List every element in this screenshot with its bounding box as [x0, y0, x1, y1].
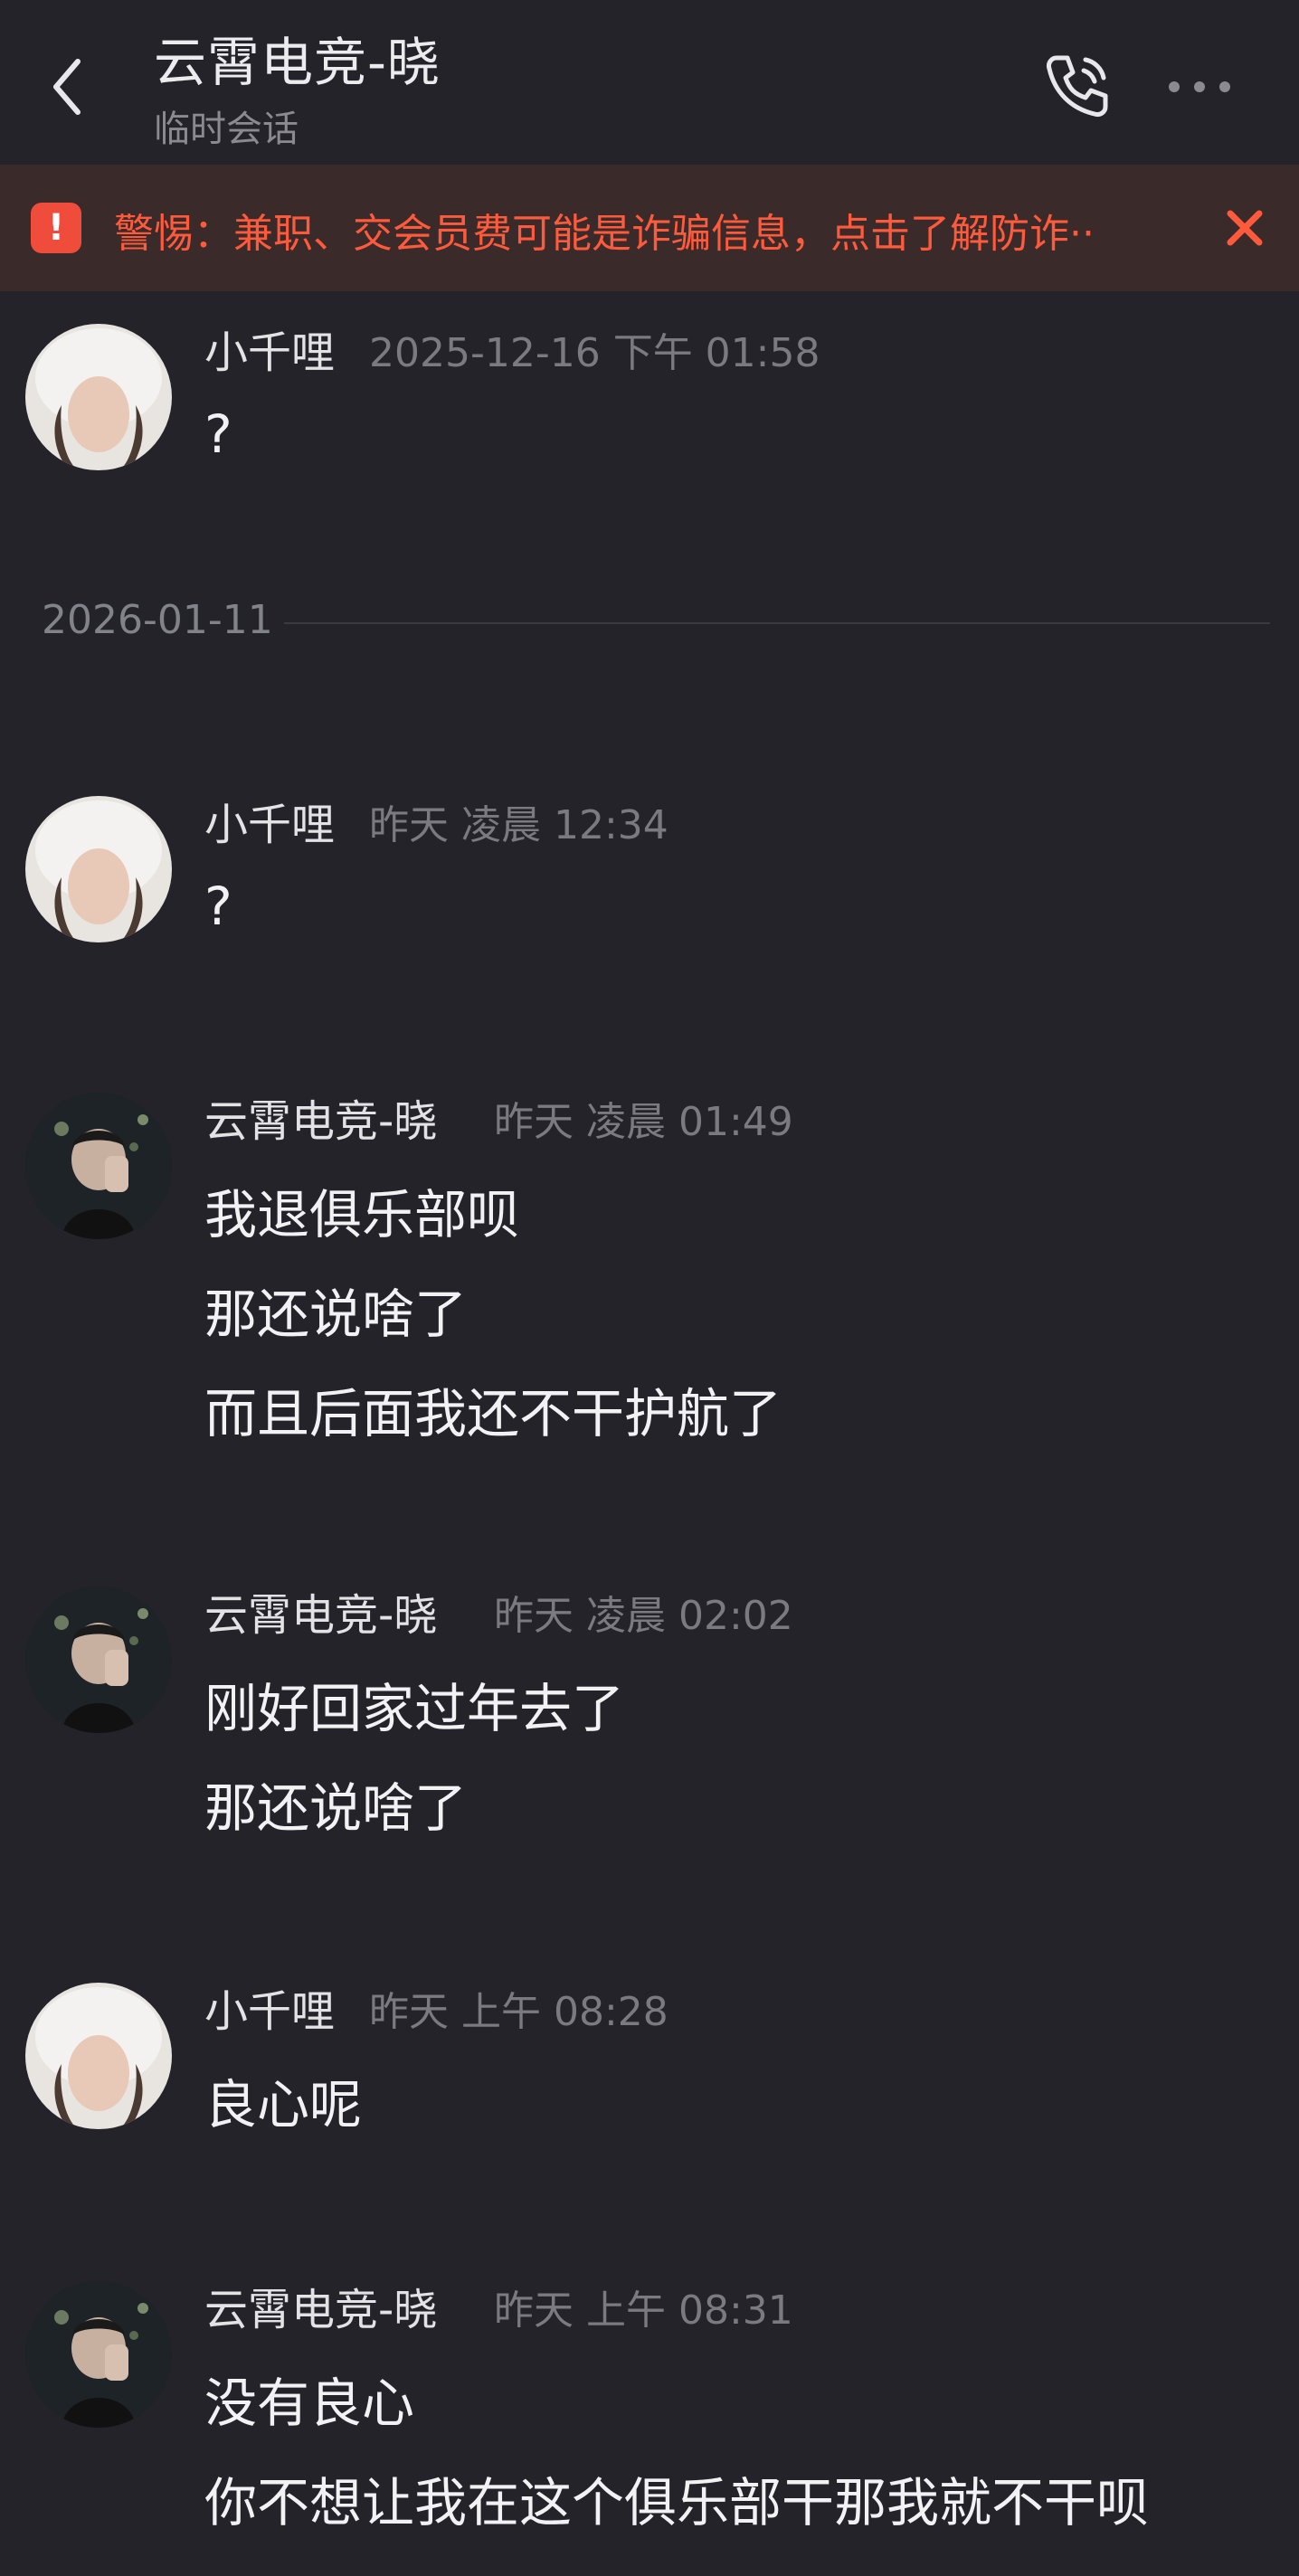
- more-dots-icon: [1169, 81, 1230, 92]
- chat-screen: 云霄电竞-晓 临时会话 ! 警惕：兼职、交会员费可能是诈骗信息，点击了解防诈··: [0, 0, 1299, 2576]
- close-icon: [1227, 210, 1263, 246]
- message-line: ?: [204, 403, 232, 465]
- sender-name[interactable]: 云霄电竞-晓: [204, 1085, 437, 1149]
- avatar[interactable]: [25, 1093, 172, 1239]
- avatar[interactable]: [25, 2281, 172, 2428]
- avatar[interactable]: [25, 324, 172, 470]
- message-time: 昨天 上午 08:31: [494, 2287, 793, 2334]
- date-separator-line: [284, 622, 1270, 624]
- message-line: 那还说啥了: [204, 1283, 468, 1345]
- message-line: 没有良心: [204, 2372, 415, 2434]
- message-line: 你不想让我在这个俱乐部干那我就不干呗: [204, 2472, 1150, 2533]
- sender-name[interactable]: 云霄电竞-晓: [204, 2274, 437, 2337]
- chat-subtitle: 临时会话: [154, 109, 299, 150]
- message-line: 而且后面我还不干护航了: [204, 1383, 782, 1444]
- avatar[interactable]: [25, 796, 172, 942]
- message-line: 良心呢: [204, 2074, 363, 2136]
- message-time: 昨天 凌晨 01:49: [494, 1099, 793, 1145]
- message-line: ?: [204, 876, 232, 937]
- message-time: 昨天 上午 08:28: [369, 1989, 668, 2035]
- call-button[interactable]: [1038, 47, 1116, 125]
- phone-icon: [1047, 55, 1108, 117]
- avatar[interactable]: [25, 1983, 172, 2129]
- sender-name[interactable]: 小千哩: [204, 789, 335, 852]
- message-line: 刚好回家过年去了: [204, 1678, 625, 1739]
- chevron-left-icon: [53, 59, 81, 115]
- message-time: 2025-12-16 下午 01:58: [369, 330, 820, 376]
- chat-title: 云霄电竞-晓: [154, 32, 441, 93]
- message-line: 那还说啥了: [204, 1777, 468, 1839]
- message-time: 昨天 凌晨 02:02: [494, 1593, 793, 1639]
- date-separator: 2026-01-11: [42, 597, 273, 643]
- sender-name[interactable]: 云霄电竞-晓: [204, 1579, 437, 1643]
- alert-icon: !: [31, 203, 81, 253]
- message-time: 昨天 凌晨 12:34: [369, 802, 668, 848]
- more-button[interactable]: [1167, 72, 1232, 101]
- avatar[interactable]: [25, 1586, 172, 1733]
- back-button[interactable]: [47, 54, 87, 119]
- fraud-warning-banner[interactable]: ! 警惕：兼职、交会员费可能是诈骗信息，点击了解防诈··: [0, 165, 1299, 291]
- warning-text[interactable]: 警惕：兼职、交会员费可能是诈骗信息，点击了解防诈··: [114, 201, 1181, 259]
- close-warning-button[interactable]: [1221, 204, 1268, 251]
- message-line: 我退俱乐部呗: [204, 1184, 520, 1245]
- top-bar: 云霄电竞-晓 临时会话: [0, 0, 1299, 163]
- sender-name[interactable]: 小千哩: [204, 1975, 335, 2039]
- sender-name[interactable]: 小千哩: [204, 317, 335, 380]
